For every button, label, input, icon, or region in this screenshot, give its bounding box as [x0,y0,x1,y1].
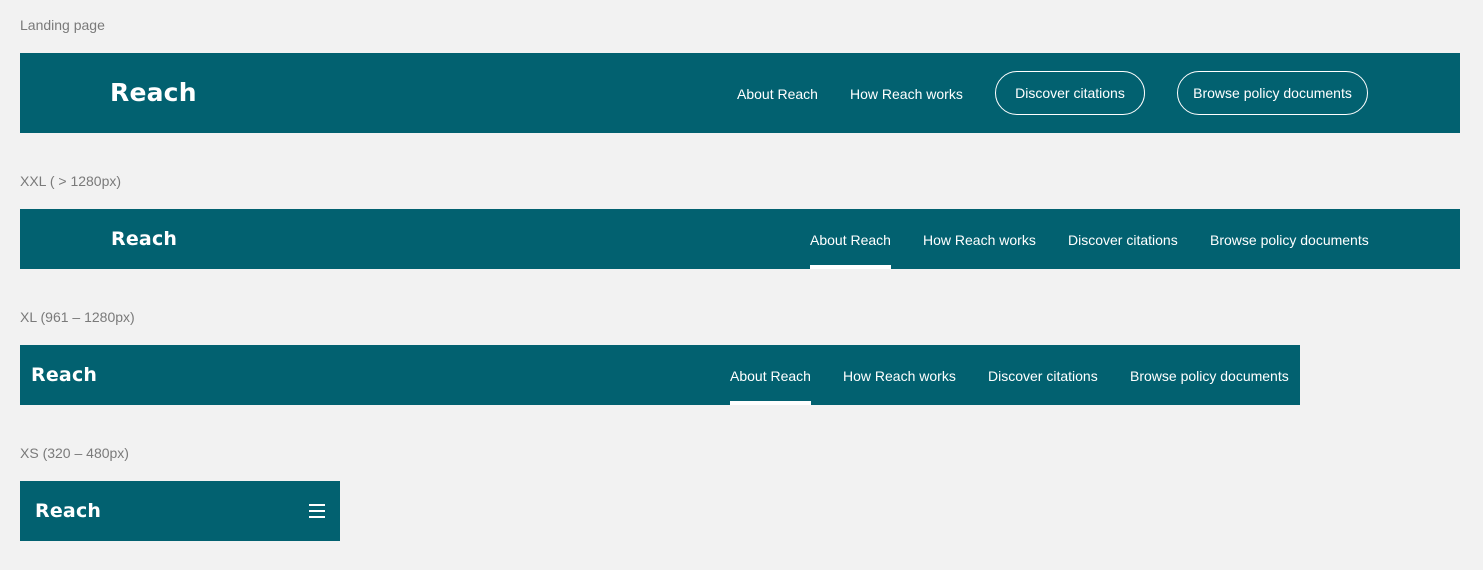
navbar-xs: Reach [20,481,340,541]
section-label-xs: XS (320 – 480px) [20,445,129,461]
nav-link-discover-citations[interactable]: Discover citations [988,368,1098,384]
nav-link-about-reach[interactable]: About Reach [810,232,891,248]
navbar-xxl: Reach About Reach How Reach works Discov… [20,209,1460,269]
section-label-xxl: XXL ( > 1280px) [20,173,122,189]
nav-link-how-reach-works[interactable]: How Reach works [923,232,1036,248]
brand-logo[interactable]: Reach [35,500,101,522]
navbar-xl: Reach About Reach How Reach works Discov… [20,345,1300,405]
nav-link-discover-citations[interactable]: Discover citations [1068,232,1178,248]
brand-logo[interactable]: Reach [31,364,97,386]
discover-citations-button[interactable]: Discover citations [995,71,1145,115]
nav-link-about-reach[interactable]: About Reach [737,86,818,102]
hamburger-menu-icon[interactable] [309,504,325,518]
brand-logo[interactable]: Reach [111,228,177,250]
section-label-xl: XL (961 – 1280px) [20,309,135,325]
active-tab-indicator [810,265,891,269]
section-label-landing: Landing page [20,17,105,33]
nav-link-browse-policy-documents[interactable]: Browse policy documents [1210,232,1369,248]
brand-logo[interactable]: Reach [110,78,197,107]
navbar-landing: Reach About Reach How Reach works Discov… [20,53,1460,133]
nav-link-how-reach-works[interactable]: How Reach works [850,86,963,102]
nav-link-how-reach-works[interactable]: How Reach works [843,368,956,384]
browse-policy-documents-button[interactable]: Browse policy documents [1177,71,1368,115]
nav-link-browse-policy-documents[interactable]: Browse policy documents [1130,368,1289,384]
active-tab-indicator [730,401,811,405]
nav-link-about-reach[interactable]: About Reach [730,368,811,384]
